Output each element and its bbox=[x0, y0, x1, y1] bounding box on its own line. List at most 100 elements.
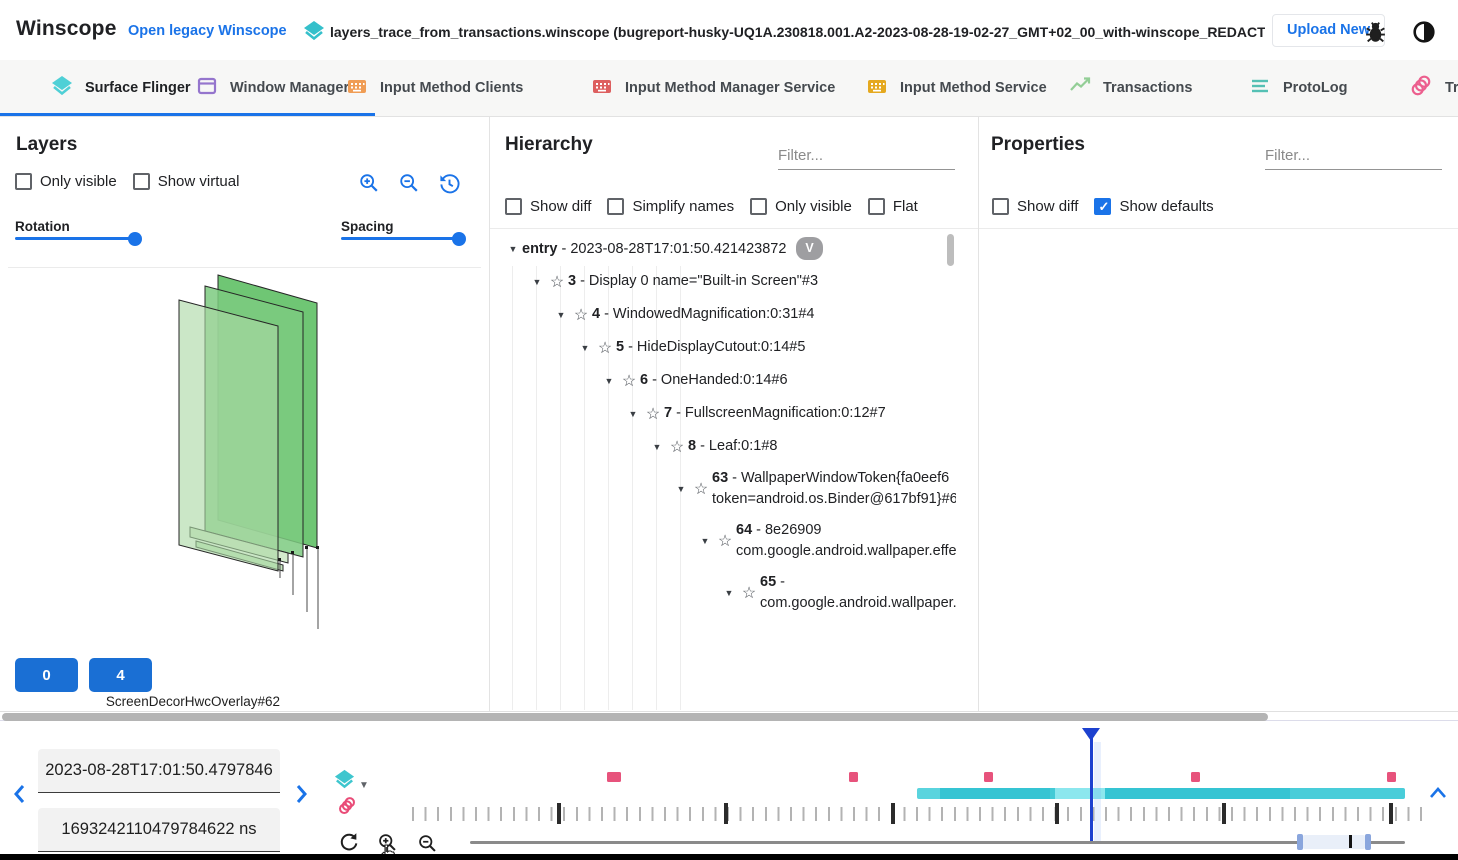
visibility-chip[interactable]: V bbox=[796, 237, 822, 260]
report-bug-icon[interactable] bbox=[1363, 20, 1388, 50]
expand-arrow-icon[interactable]: ▼ bbox=[624, 409, 642, 419]
tree-scrollbar[interactable] bbox=[947, 234, 954, 266]
reset-view-icon[interactable] bbox=[438, 172, 461, 200]
layers-trace-toggle-icon[interactable] bbox=[333, 768, 356, 796]
checkbox-box[interactable] bbox=[1094, 198, 1111, 215]
checkbox-box[interactable] bbox=[505, 198, 522, 215]
hierarchy-checkbox-row: Show diff Simplify names Only visible Fl… bbox=[505, 198, 918, 215]
transition-marker[interactable] bbox=[1191, 772, 1200, 782]
trace-dropdown-caret-icon[interactable]: ▼ bbox=[359, 780, 369, 791]
zoom-out-icon[interactable] bbox=[398, 172, 420, 199]
timeline-minimap[interactable] bbox=[470, 841, 1405, 844]
hierarchy-filter-input[interactable] bbox=[778, 142, 955, 170]
expand-arrow-icon[interactable]: ▼ bbox=[720, 588, 738, 598]
spacing-slider[interactable] bbox=[341, 237, 461, 240]
only-visible-checkbox[interactable]: Only visible bbox=[15, 173, 117, 190]
pin-star-icon[interactable]: ☆ bbox=[738, 583, 760, 603]
layer-label[interactable]: ScreenDecorHwcOverlay#62 bbox=[0, 694, 280, 709]
timeline-cursor[interactable] bbox=[1090, 729, 1093, 844]
minimap-handle-right[interactable] bbox=[1365, 834, 1371, 850]
checkbox-box[interactable] bbox=[868, 198, 885, 215]
pin-star-icon[interactable]: ☆ bbox=[666, 437, 688, 457]
tree-node[interactable]: ▼☆ 63- WallpaperWindowToken{fa0eef6 toke… bbox=[504, 463, 956, 515]
tree-node[interactable]: ▼☆ 7- FullscreenMagnification:0:12#7 bbox=[504, 397, 956, 430]
tree-node[interactable]: ▼☆ 8- Leaf:0:1#8 bbox=[504, 430, 956, 463]
trace-tab-bar: Surface Flinger Window Manager Input Met… bbox=[0, 60, 1458, 117]
transition-marker[interactable] bbox=[607, 772, 621, 782]
tree-node[interactable]: ▼☆ 65- com.google.android.wallpaper.effe… bbox=[504, 567, 956, 619]
properties-filter-input[interactable] bbox=[1265, 142, 1442, 170]
tree-node[interactable]: ▼☆ 4- WindowedMagnification:0:31#4 bbox=[504, 298, 956, 331]
minimap-selection[interactable] bbox=[1303, 835, 1365, 849]
checkbox-box[interactable] bbox=[133, 173, 150, 190]
checkbox-box[interactable] bbox=[607, 198, 624, 215]
tree-node[interactable]: ▼☆ 6- OneHanded:0:14#6 bbox=[504, 364, 956, 397]
timeline-tick-major bbox=[1389, 803, 1393, 824]
expand-arrow-icon[interactable]: ▼ bbox=[504, 244, 522, 254]
pin-star-icon[interactable]: ☆ bbox=[570, 305, 592, 325]
previous-entry-icon[interactable] bbox=[10, 782, 32, 806]
spacing-slider-thumb[interactable] bbox=[452, 232, 466, 246]
expand-arrow-icon[interactable]: ▼ bbox=[672, 484, 690, 494]
list-lines-icon bbox=[1248, 74, 1272, 102]
rotation-slider-thumb[interactable] bbox=[128, 232, 142, 246]
pin-star-icon[interactable]: ☆ bbox=[618, 371, 640, 391]
only-visible-checkbox[interactable]: Only visible bbox=[750, 198, 852, 215]
checkbox-box[interactable] bbox=[992, 198, 1009, 215]
tree-node[interactable]: ▼☆ 64- 8e26909 com.google.android.wallpa… bbox=[504, 515, 956, 567]
timeline-tick-major bbox=[891, 803, 895, 824]
minimap-handle-left[interactable] bbox=[1297, 834, 1303, 850]
expand-arrow-icon[interactable]: ▼ bbox=[552, 310, 570, 320]
dark-mode-toggle-icon[interactable] bbox=[1411, 19, 1437, 50]
checkbox-box[interactable] bbox=[750, 198, 767, 215]
next-entry-icon[interactable] bbox=[291, 782, 313, 806]
tree-node-entry[interactable]: ▼ entry- 2023-08-28T17:01:50.421423872V bbox=[504, 232, 956, 265]
human-timestamp-input[interactable] bbox=[38, 749, 280, 793]
rotation-slider[interactable] bbox=[15, 237, 137, 240]
zoom-in-icon[interactable] bbox=[358, 172, 380, 199]
timeline-tick-major bbox=[557, 803, 561, 824]
expand-arrow-icon[interactable]: ▼ bbox=[600, 376, 618, 386]
tab-input-method-manager-service[interactable]: Input Method Manager Service bbox=[590, 60, 835, 116]
pin-star-icon[interactable]: ☆ bbox=[594, 338, 616, 358]
layers-trace-band[interactable] bbox=[917, 788, 1405, 799]
expand-arrow-icon[interactable]: ▼ bbox=[576, 343, 594, 353]
tab-transitions[interactable]: Tra bbox=[1408, 60, 1458, 116]
show-defaults-checkbox[interactable]: Show defaults bbox=[1094, 198, 1213, 215]
pin-star-icon[interactable]: ☆ bbox=[714, 531, 736, 551]
show-diff-checkbox[interactable]: Show diff bbox=[992, 198, 1078, 215]
ns-timestamp-input[interactable] bbox=[38, 808, 280, 852]
tab-input-method-service[interactable]: Input Method Service bbox=[865, 60, 1047, 116]
collapse-timeline-icon[interactable] bbox=[1426, 784, 1450, 807]
show-virtual-checkbox[interactable]: Show virtual bbox=[133, 173, 240, 190]
tree-node[interactable]: ▼☆ 5- HideDisplayCutout:0:14#5 bbox=[504, 331, 956, 364]
flat-checkbox[interactable]: Flat bbox=[868, 198, 918, 215]
timeline-ticks[interactable] bbox=[412, 807, 1425, 821]
transition-marker[interactable] bbox=[849, 772, 858, 782]
expand-arrow-icon[interactable]: ▼ bbox=[696, 536, 714, 546]
tab-input-method-clients[interactable]: Input Method Clients bbox=[345, 60, 523, 116]
tab-surface-flinger[interactable]: Surface Flinger bbox=[50, 60, 191, 116]
show-diff-checkbox[interactable]: Show diff bbox=[505, 198, 591, 215]
expand-arrow-icon[interactable]: ▼ bbox=[528, 277, 546, 287]
transitions-trace-icon[interactable] bbox=[336, 795, 358, 822]
display-button-0[interactable]: 0 bbox=[15, 658, 78, 692]
simplify-names-checkbox[interactable]: Simplify names bbox=[607, 198, 734, 215]
properties-panel: Properties Show diff Show defaults bbox=[979, 117, 1458, 711]
open-legacy-link[interactable]: Open legacy Winscope bbox=[128, 23, 287, 39]
timeline-scrollbar[interactable] bbox=[2, 713, 1268, 721]
pin-star-icon[interactable]: ☆ bbox=[642, 404, 664, 424]
transition-marker[interactable] bbox=[984, 772, 993, 782]
tab-protolog[interactable]: ProtoLog bbox=[1248, 60, 1347, 116]
tree-node[interactable]: ▼☆ 3- Display 0 name="Built-in Screen"#3 bbox=[504, 265, 956, 298]
checkbox-box[interactable] bbox=[15, 173, 32, 190]
tab-window-manager[interactable]: Window Manager bbox=[195, 60, 349, 116]
pin-star-icon[interactable]: ☆ bbox=[546, 272, 568, 292]
tab-transactions[interactable]: Transactions bbox=[1068, 60, 1192, 116]
transition-marker[interactable] bbox=[1387, 772, 1396, 782]
layers-3d-view[interactable] bbox=[88, 262, 388, 662]
expand-arrow-icon[interactable]: ▼ bbox=[648, 442, 666, 452]
pin-star-icon[interactable]: ☆ bbox=[690, 479, 712, 499]
display-button-4[interactable]: 4 bbox=[89, 658, 152, 692]
timeline-cursor-handle[interactable] bbox=[1082, 728, 1100, 741]
